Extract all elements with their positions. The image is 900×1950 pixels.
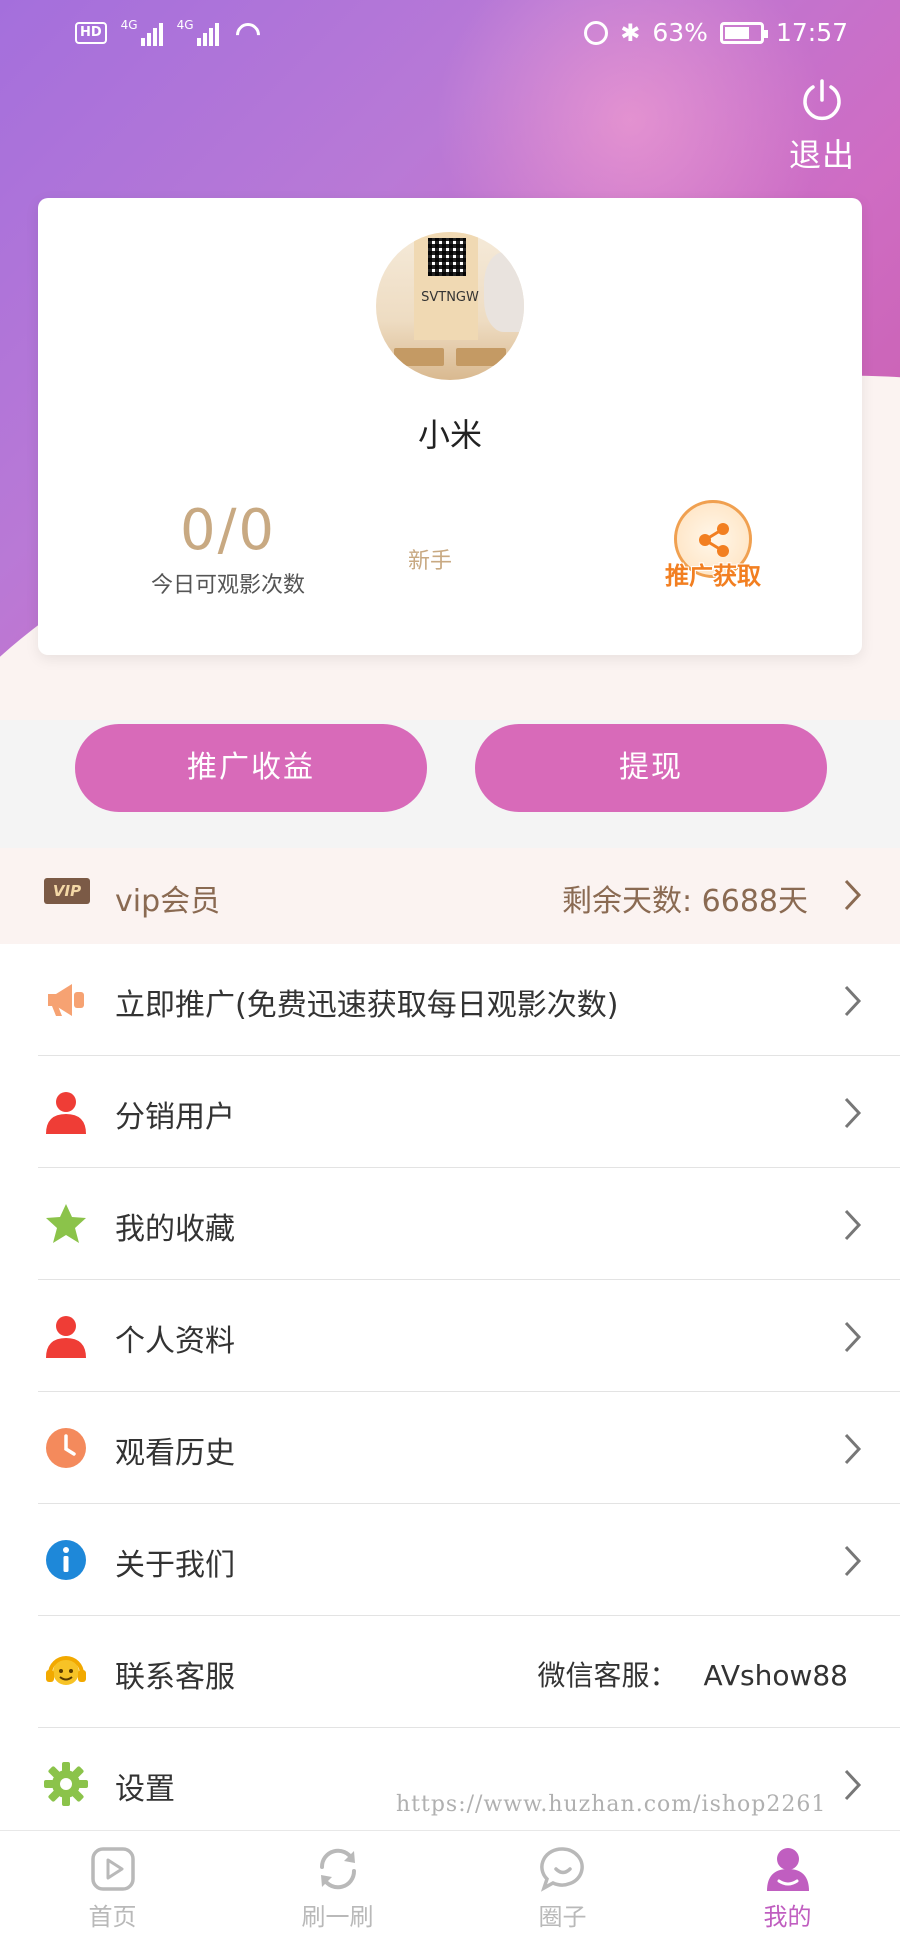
menu-item-label: 分销用户 xyxy=(115,1100,235,1135)
chat-bubble-icon xyxy=(539,1847,584,1892)
user-icon xyxy=(46,1092,86,1134)
vip-title: vip会员 xyxy=(115,884,221,919)
wechat-service-id: AVshow88 xyxy=(703,1659,848,1692)
wifi-icon xyxy=(232,21,263,45)
menu-item-label: 立即推广(免费迅速获取每日观影次数) xyxy=(115,988,619,1023)
chevron-right-icon xyxy=(844,1433,862,1465)
daily-views-stat: 0/0 今日可观影次数 xyxy=(108,498,348,599)
user-icon xyxy=(46,1316,86,1358)
menu-item-distribution-users[interactable]: 分销用户 xyxy=(0,1056,900,1168)
menu-item-history[interactable]: 观看历史 xyxy=(0,1392,900,1504)
headset-icon xyxy=(46,1656,86,1685)
vip-icon: VIP xyxy=(44,878,90,904)
play-icon xyxy=(90,1847,135,1891)
user-level: 新手 xyxy=(408,549,453,574)
menu-item-profile[interactable]: 个人资料 xyxy=(0,1280,900,1392)
chevron-right-icon xyxy=(844,1769,862,1801)
withdraw-button[interactable]: 提现 xyxy=(475,724,827,812)
chevron-right-icon xyxy=(844,879,862,911)
status-bar: HD 4G 4G ✱ 63% 17:57 xyxy=(0,0,900,70)
battery-percent: 63% xyxy=(652,18,708,47)
menu-item-label: 个人资料 xyxy=(115,1324,235,1359)
megaphone-icon xyxy=(48,984,84,1016)
menu-item-label: 设置 xyxy=(115,1772,175,1807)
tab-label: 我的 xyxy=(763,1903,812,1931)
daily-views-label: 今日可观影次数 xyxy=(150,573,305,598)
menu-item-promote[interactable]: 立即推广(免费迅速获取每日观影次数) xyxy=(0,944,900,1056)
watermark-text: https://www.huzhan.com/ishop2261 xyxy=(396,1792,827,1817)
tab-circle[interactable]: 圈子 xyxy=(450,1831,675,1950)
wechat-service-info: 微信客服： AVshow88 xyxy=(537,1654,848,1694)
hd-badge: HD xyxy=(75,22,107,44)
gear-icon xyxy=(44,1762,88,1806)
menu-item-customer-service[interactable]: 联系客服 微信客服： AVshow88 xyxy=(0,1616,900,1728)
battery-icon xyxy=(719,21,768,44)
chevron-right-icon xyxy=(844,985,862,1017)
menu-item-settings[interactable]: 设置 xyxy=(0,1728,900,1840)
tab-mine[interactable]: 我的 xyxy=(675,1831,900,1950)
power-icon xyxy=(803,79,841,121)
tab-label: 圈子 xyxy=(538,1903,587,1931)
vip-row[interactable]: VIP vip会员 剩余天数: 6688天 xyxy=(0,848,900,944)
chevron-right-icon xyxy=(844,1321,862,1353)
chevron-right-icon xyxy=(844,1209,862,1241)
daily-views-value: 0/0 xyxy=(179,498,277,563)
tab-label: 首页 xyxy=(88,1903,137,1931)
menu-item-label: 观看历史 xyxy=(115,1436,235,1471)
profile-card: SVTNGW 小米 0/0 今日可观影次数 新手 推广获取 xyxy=(38,198,862,655)
refresh-icon xyxy=(319,1848,356,1890)
wechat-service-label: 微信客服： xyxy=(537,1659,678,1692)
alarm-icon xyxy=(584,20,609,45)
status-bar-left: HD 4G 4G xyxy=(75,18,263,46)
promo-get-button[interactable]: 推广获取 xyxy=(658,500,768,600)
user-name: 小米 xyxy=(417,416,482,454)
menu-item-label: 联系客服 xyxy=(115,1660,235,1695)
menu-item-about[interactable]: 关于我们 xyxy=(0,1504,900,1616)
chevron-right-icon xyxy=(844,1097,862,1129)
tab-refresh[interactable]: 刷一刷 xyxy=(225,1831,450,1950)
vip-remaining-days: 剩余天数: 6688天 xyxy=(562,884,808,919)
promo-get-label: 推广获取 xyxy=(665,562,761,590)
tab-label: 刷一刷 xyxy=(301,1903,374,1931)
menu-item-favorites[interactable]: 我的收藏 xyxy=(0,1168,900,1280)
signal-icon: 4G xyxy=(121,18,163,46)
menu-item-label: 我的收藏 xyxy=(115,1212,235,1247)
bluetooth-icon: ✱ xyxy=(620,18,641,47)
logout-label: 退出 xyxy=(788,136,855,174)
earnings-button[interactable]: 推广收益 xyxy=(75,724,427,812)
bottom-tab-bar: 首页 刷一刷 圈子 我的 xyxy=(0,1830,900,1950)
clock-time: 17:57 xyxy=(775,18,848,47)
tab-home[interactable]: 首页 xyxy=(0,1831,225,1950)
qr-code-icon xyxy=(428,238,466,276)
menu-list: 立即推广(免费迅速获取每日观影次数) 分销用户 我的收藏 个人资料 观看历史 关… xyxy=(0,944,900,1834)
status-bar-right: ✱ 63% 17:57 xyxy=(584,18,848,47)
signal-icon: 4G xyxy=(177,18,219,46)
clock-icon xyxy=(46,1428,86,1468)
star-icon xyxy=(46,1204,86,1243)
avatar[interactable]: SVTNGW xyxy=(376,232,524,380)
info-icon xyxy=(46,1540,86,1580)
avatar-brand-text: SVTNGW xyxy=(421,290,479,305)
menu-item-label: 关于我们 xyxy=(115,1548,235,1583)
chevron-right-icon xyxy=(844,1545,862,1577)
profile-icon xyxy=(766,1848,809,1891)
logout-button[interactable]: 退出 xyxy=(782,78,862,176)
